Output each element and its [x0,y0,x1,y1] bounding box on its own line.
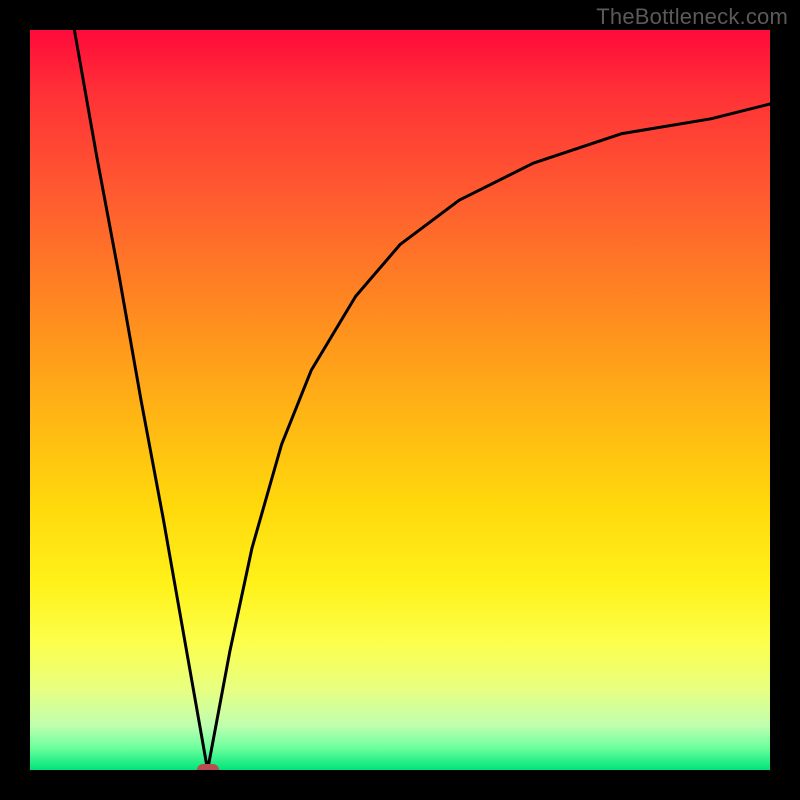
chart-frame: TheBottleneck.com [0,0,800,800]
plot-area [30,30,770,770]
minimum-marker [197,764,219,770]
curve-svg [30,30,770,770]
watermark-text: TheBottleneck.com [596,4,788,30]
bottleneck-curve [74,30,770,770]
